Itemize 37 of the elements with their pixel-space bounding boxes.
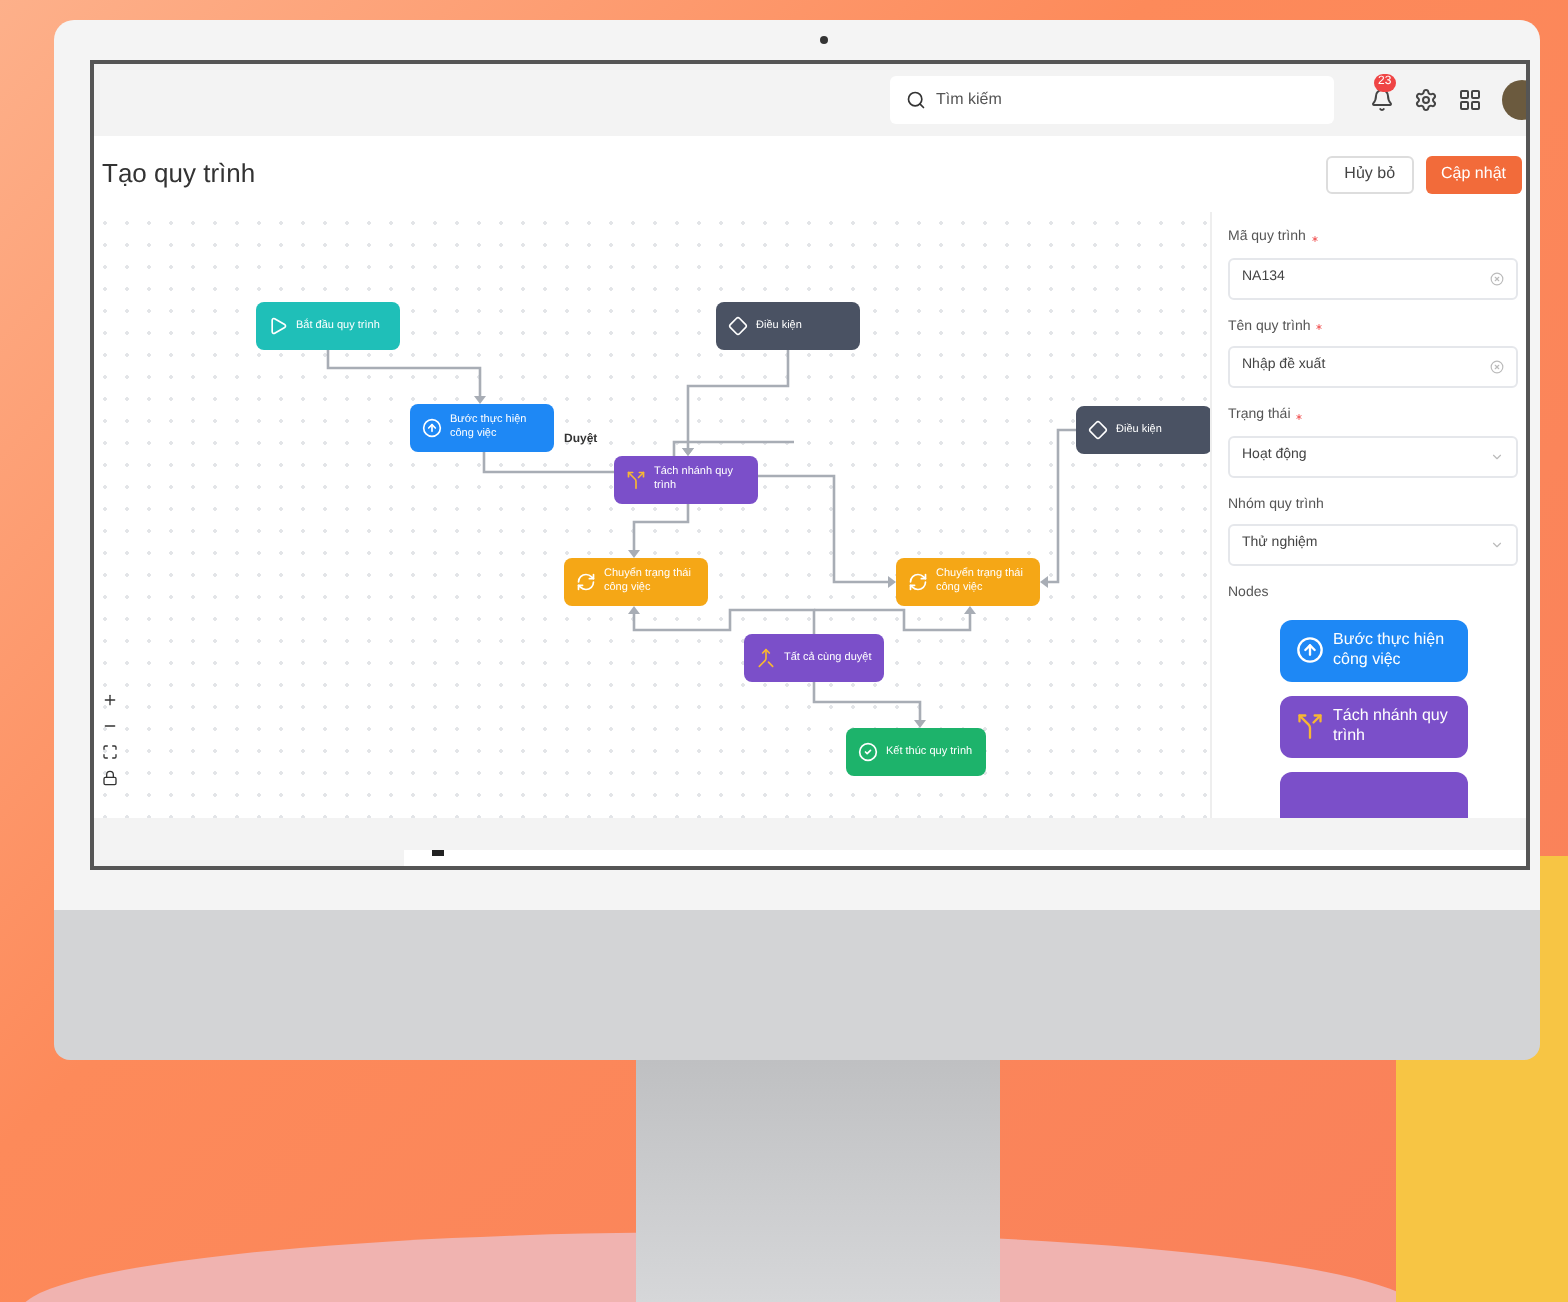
required-icon (1294, 411, 1305, 422)
update-button[interactable]: Cập nhật (1425, 155, 1522, 193)
check-circle-icon (858, 742, 878, 762)
connector-arrow (812, 682, 926, 728)
diamond-icon (728, 316, 748, 336)
cancel-button[interactable]: Hủy bỏ (1326, 155, 1414, 193)
node-palette-item[interactable]: Bước thực hiện công việc (1279, 619, 1467, 681)
refresh-icon (576, 572, 596, 592)
search-input[interactable]: Tìm kiếm (936, 88, 1316, 112)
camera-icon (820, 36, 828, 44)
connector-arrow (628, 504, 690, 558)
chevron-icon (1490, 538, 1504, 552)
refresh-icon (908, 572, 928, 592)
search-icon (906, 90, 926, 110)
node-palette-item[interactable]: Tách nhánh quy trình (1279, 695, 1467, 757)
node-palette-item[interactable] (1279, 771, 1467, 818)
bell-icon[interactable] (1370, 88, 1394, 112)
zoom-in-icon[interactable] (102, 692, 118, 708)
fit-view-icon[interactable] (102, 744, 118, 760)
node-label: Tách nhánh quy trình (1333, 706, 1450, 746)
scroll-thumb[interactable] (432, 850, 444, 856)
search-field[interactable]: Tìm kiếm (890, 76, 1334, 124)
apps-grid-icon[interactable] (1458, 88, 1482, 112)
diamond-icon (1088, 420, 1108, 440)
arrow-circle-icon (1295, 636, 1323, 664)
chevron-icon (1490, 449, 1504, 463)
required-icon (1309, 233, 1320, 244)
play-icon (268, 316, 288, 336)
arrow-circle-icon (422, 418, 442, 438)
fork-icon (1295, 712, 1323, 740)
lock-icon[interactable] (102, 770, 118, 786)
fork-icon (626, 470, 646, 490)
page-title: Tạo quy trình (102, 156, 256, 193)
merge-icon (756, 648, 776, 668)
required-icon (1314, 322, 1325, 333)
settings-icon[interactable] (1414, 88, 1438, 112)
node-label: Bước thực hiện công việc (1333, 630, 1447, 670)
